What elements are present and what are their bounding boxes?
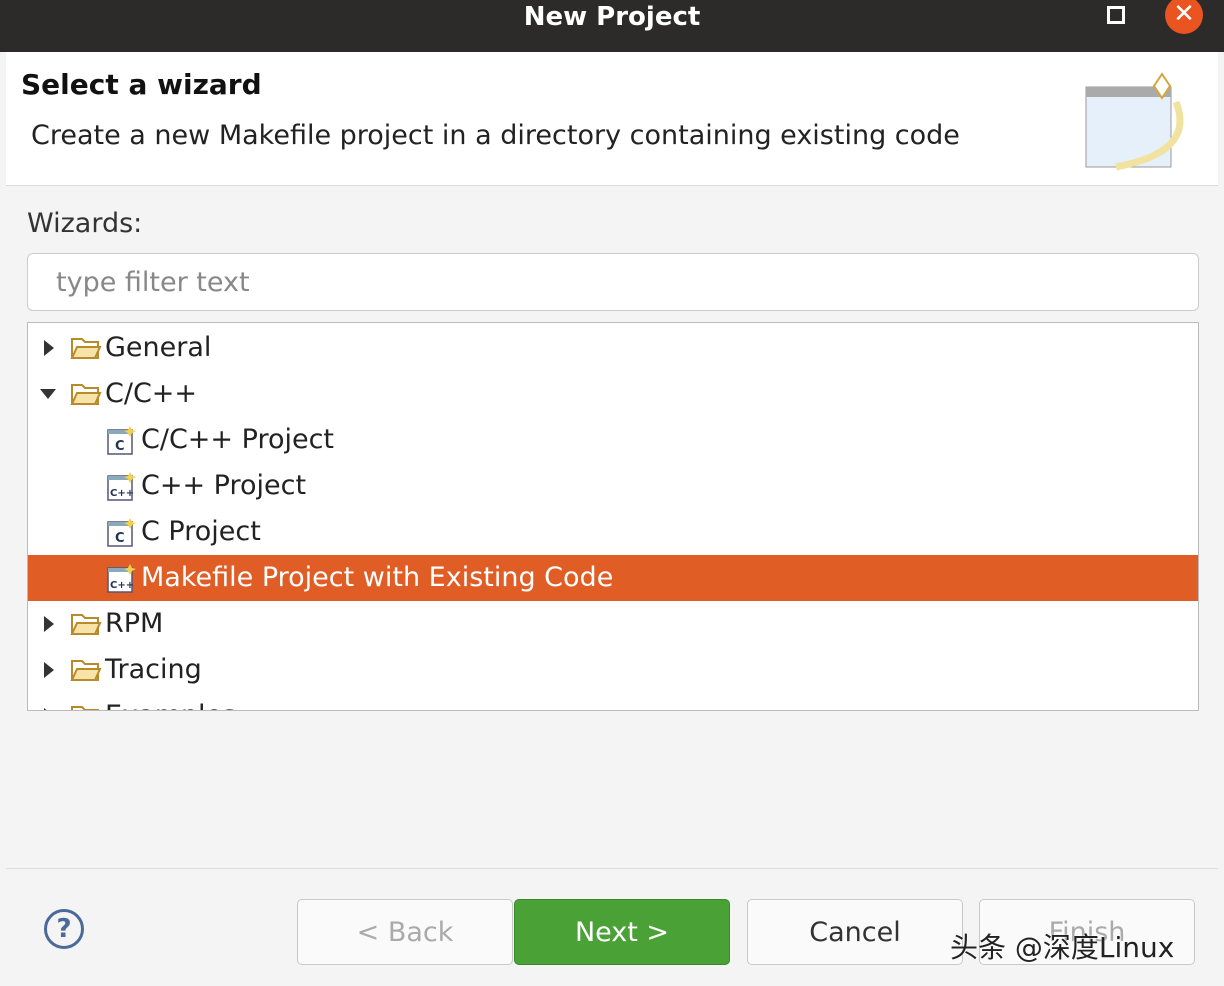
- tree-item-label: General: [105, 332, 212, 363]
- cpp-project-icon: C++: [107, 564, 136, 593]
- folder-icon: [71, 706, 99, 710]
- collapsed-arrow-icon[interactable]: [44, 616, 54, 632]
- folder-icon: [70, 660, 102, 681]
- c-project-icon: C: [107, 518, 136, 547]
- tree-item-label: Makefile Project with Existing Code: [141, 562, 614, 593]
- filter-input[interactable]: [27, 253, 1199, 311]
- tree-item-label: C Project: [141, 516, 261, 547]
- collapsed-arrow-icon[interactable]: [44, 708, 54, 710]
- collapsed-arrow-icon[interactable]: [44, 662, 54, 678]
- tree-item-label: Tracing: [105, 654, 202, 685]
- expanded-arrow-icon[interactable]: [40, 389, 56, 399]
- tree-item-label: C/C++: [105, 378, 198, 409]
- divider: [6, 868, 1218, 869]
- tree-item[interactable]: C++ C++ Project: [28, 463, 1198, 509]
- title-bar: New Project ✕: [0, 0, 1224, 52]
- tree-item[interactable]: C C/C++ Project: [28, 417, 1198, 463]
- wizards-label: Wizards:: [27, 208, 143, 239]
- window-title: New Project: [523, 2, 701, 32]
- tree-item[interactable]: C++ Makefile Project with Existing Code: [28, 555, 1198, 601]
- tree-item[interactable]: Examples: [28, 693, 1198, 710]
- tree-item-label: C++ Project: [141, 470, 307, 501]
- tree-item[interactable]: Tracing: [28, 647, 1198, 693]
- tree-item-label: C/C++ Project: [141, 424, 335, 455]
- page-description: Create a new Makefile project in a direc…: [31, 120, 960, 151]
- wizard-header: Select a wizard Create a new Makefile pr…: [6, 52, 1218, 186]
- tree-item[interactable]: C C Project: [28, 509, 1198, 555]
- tree-item[interactable]: General: [28, 325, 1198, 371]
- wizard-tree[interactable]: General C/C++ C C/C++ Project C++ C++ Project…: [27, 322, 1199, 711]
- maximize-button[interactable]: [1107, 6, 1125, 24]
- folder-icon: [70, 614, 102, 635]
- back-button[interactable]: < Back: [297, 899, 513, 965]
- folder-icon: [70, 338, 102, 359]
- tree-item-label: Examples: [105, 693, 236, 710]
- cpp-project-icon: C++: [107, 472, 136, 501]
- watermark: 头条 @深度Linux: [950, 931, 1175, 964]
- svg-text:C: C: [115, 439, 125, 454]
- page-title: Select a wizard: [21, 68, 262, 101]
- tree-item-label: RPM: [105, 608, 164, 639]
- svg-text:C: C: [115, 531, 125, 546]
- cancel-button[interactable]: Cancel: [747, 899, 963, 965]
- wizard-banner-icon: [1085, 72, 1184, 171]
- svg-text:C++: C++: [110, 580, 134, 591]
- collapsed-arrow-icon[interactable]: [44, 340, 54, 356]
- tree-item[interactable]: C/C++: [28, 371, 1198, 417]
- next-button[interactable]: Next >: [514, 899, 730, 965]
- c-project-icon: C: [107, 426, 136, 455]
- folder-icon: [70, 384, 102, 405]
- tree-item[interactable]: RPM: [28, 601, 1198, 647]
- help-icon[interactable]: ?: [44, 909, 84, 949]
- svg-text:C++: C++: [110, 488, 134, 499]
